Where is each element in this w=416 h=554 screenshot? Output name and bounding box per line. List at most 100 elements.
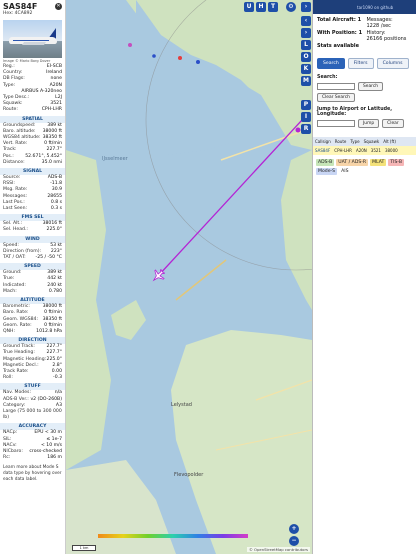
- tab-columns[interactable]: Columns: [376, 58, 409, 69]
- info-key: Roll:: [3, 375, 13, 381]
- info-row: Sel. Head.: 225.0°: [0, 227, 65, 233]
- legend-item: UAT / ADS-R: [336, 159, 369, 166]
- info-key: Mach:: [3, 288, 17, 294]
- map-scale: 1 km: [72, 545, 96, 551]
- search-input[interactable]: [317, 83, 355, 90]
- info-key: TAT / OAT:: [3, 255, 26, 261]
- map-chevron-right-icon[interactable]: ›: [301, 28, 311, 38]
- info-key: Large (75 000 to 300 000 lb): [3, 408, 62, 421]
- info-key: QNH:: [3, 328, 16, 334]
- altitude-legend-bar: [98, 534, 248, 538]
- info-key: Last Seen:: [3, 206, 28, 212]
- info-row: Last Seen: 0.3 s: [0, 206, 65, 212]
- info-row: Route: CPH-LHR: [0, 107, 65, 113]
- info-value: -25 / -50 °C: [35, 255, 62, 261]
- map-label-lelystad: Lelystad: [171, 402, 192, 408]
- jump-button[interactable]: Jump: [358, 119, 380, 128]
- footnote: Learn more about Mode S data type by hov…: [3, 465, 62, 482]
- col-route[interactable]: Route: [335, 139, 347, 144]
- map-chevron-left-icon[interactable]: ‹: [301, 16, 311, 26]
- stat-messages: Messages: 1228 /sec: [366, 17, 393, 29]
- stat-history: History: 26166 positions: [366, 30, 407, 42]
- aircraft-header: SAS84F Hex: 4CA892 ✕: [0, 0, 65, 16]
- jump-label: Jump to Airport or Latitude, Longitude:: [317, 107, 393, 117]
- clear-search-button[interactable]: Clear Search: [317, 93, 355, 102]
- settings-icon[interactable]: ⚙: [286, 2, 296, 12]
- legend-item: Mode-S: [316, 168, 338, 175]
- tab-search[interactable]: Search: [317, 58, 345, 69]
- aircraft-photo[interactable]: [3, 20, 62, 58]
- info-value: 225.0°: [46, 227, 62, 233]
- table-row[interactable]: SAS84F CPH-LHR A20N 3521 38000: [313, 146, 416, 155]
- map-attribution[interactable]: © OpenStreetMap contributors: [247, 547, 310, 552]
- section-header: SIGNAL: [0, 168, 65, 176]
- info-key: Sel. Head.:: [3, 227, 28, 233]
- aircraft-list-panel: tar1090 on github Total Aircraft: 1 Mess…: [312, 0, 416, 554]
- info-value: 35.0 nmi: [41, 159, 62, 165]
- info-row: Mach: 0.780: [0, 289, 65, 295]
- map-button-m[interactable]: M: [301, 76, 311, 86]
- map-button-l[interactable]: L: [301, 40, 311, 50]
- map-view[interactable]: IJsselmeer Lelystad Flevopolder U H T ⚙ …: [66, 0, 312, 554]
- stats-block: Total Aircraft: 1 Messages: 1228 /sec Wit…: [313, 14, 416, 52]
- info-value: CPH-LHR: [41, 107, 62, 113]
- info-value: 186 m: [47, 455, 62, 461]
- map-button-r[interactable]: R: [301, 124, 311, 134]
- info-key: Distance:: [3, 159, 25, 165]
- info-value: 0.3 s: [50, 206, 62, 212]
- map-button-i[interactable]: I: [301, 112, 311, 122]
- legend-item: AIS: [339, 168, 351, 175]
- legend-item: TIS-B: [388, 159, 405, 166]
- info-key: Rc:: [3, 455, 11, 461]
- col-callsign[interactable]: Callsign: [315, 139, 331, 144]
- cell-callsign: SAS84F: [315, 148, 331, 153]
- map-label-ijsselmeer: IJsselmeer: [102, 156, 129, 162]
- info-row: TAT / OAT: -25 / -50 °C: [0, 255, 65, 261]
- info-value: 1012.8 hPa: [36, 328, 62, 334]
- zoom-out-icon[interactable]: −: [289, 536, 299, 546]
- map-canvas[interactable]: IJsselmeer Lelystad Flevopolder: [66, 0, 312, 554]
- source-legend: ADS-B UAT / ADS-R MLAT TIS-B Mode-S AIS: [313, 155, 416, 179]
- toggle-sidebar-icon[interactable]: ›: [301, 2, 311, 12]
- map-button-k[interactable]: K: [301, 64, 311, 74]
- info-key: Type:: [3, 82, 16, 88]
- info-row: Distance: 35.0 nmi: [0, 160, 65, 166]
- aircraft-hex: Hex: 4CA892: [3, 11, 33, 16]
- map-button-h[interactable]: H: [256, 2, 266, 12]
- info-key: Route:: [3, 107, 18, 113]
- map-button-p[interactable]: P: [301, 100, 311, 110]
- info-value: 0.780: [48, 288, 62, 294]
- map-button-u[interactable]: U: [244, 2, 254, 12]
- search-button[interactable]: Search: [358, 82, 384, 91]
- close-icon[interactable]: ✕: [55, 3, 62, 10]
- map-button-t[interactable]: T: [268, 2, 278, 12]
- col-type[interactable]: Type: [350, 139, 359, 144]
- stat-available-link[interactable]: Stats available: [317, 43, 363, 49]
- cell-squawk: 3521: [370, 148, 381, 153]
- cell-route: CPH-LHR: [334, 148, 352, 153]
- legend-item: ADS-B: [316, 159, 335, 166]
- aircraft-table-header: Callsign Route Type Squawk Alt (ft): [313, 137, 416, 146]
- info-row: Roll: -0.3: [0, 375, 65, 381]
- tab-filters[interactable]: Filters: [347, 58, 374, 69]
- clear-jump-button[interactable]: Clear: [382, 119, 404, 128]
- info-rows: Reg.: EI-SCB Country: Ireland DB Flags: none T…: [0, 64, 65, 114]
- jump-input[interactable]: [317, 120, 355, 127]
- zoom-in-icon[interactable]: +: [289, 524, 299, 534]
- info-value: -0.3: [53, 375, 62, 381]
- map-button-o[interactable]: O: [301, 52, 311, 62]
- aircraft-info-panel: SAS84F Hex: 4CA892 ✕ Image © Mario Borg …: [0, 0, 66, 554]
- legend-item: MLAT: [370, 159, 387, 166]
- col-altitude[interactable]: Alt (ft): [383, 139, 396, 144]
- info-row: QNH: 1012.8 hPa: [0, 329, 65, 335]
- search-label: Search:: [317, 75, 338, 80]
- tab-bar: Search Filters Columns: [313, 52, 416, 71]
- map-label-flevopolder: Flevopolder: [174, 472, 204, 478]
- stat-total-aircraft: Total Aircraft: 1: [317, 17, 362, 23]
- stat-with-position: With Position: 1: [317, 30, 363, 36]
- info-sections: SPATIAL Groundspeed: 389 kt Baro. altitude:…: [0, 115, 65, 462]
- col-squawk[interactable]: Squawk: [364, 139, 380, 144]
- cell-type: A20N: [355, 148, 367, 153]
- github-link[interactable]: tar1090 on github: [357, 5, 393, 10]
- right-panel-topbar: tar1090 on github: [313, 0, 416, 14]
